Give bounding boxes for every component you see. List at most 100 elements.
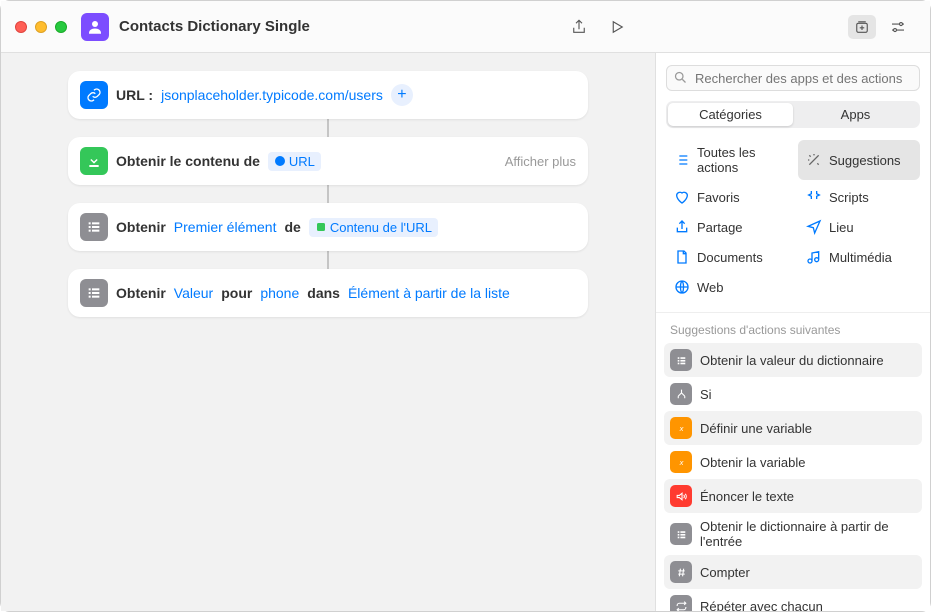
category-media[interactable]: Multimédia — [798, 244, 920, 270]
web-icon — [674, 279, 690, 295]
scripts-icon — [806, 189, 822, 205]
suggestion-label: Énoncer le texte — [700, 489, 794, 504]
categories-grid: Toutes les actions Suggestions Favoris S… — [656, 140, 930, 313]
list-icon — [670, 523, 692, 545]
category-location[interactable]: Lieu — [798, 214, 920, 240]
category-scripts[interactable]: Scripts — [798, 184, 920, 210]
tab-categories[interactable]: Catégories — [668, 103, 793, 126]
repeat-icon — [670, 595, 692, 611]
workflow-canvas[interactable]: URL : jsonplaceholder.typicode.com/users… — [1, 53, 655, 611]
category-label: Partage — [697, 220, 743, 235]
get-value-w1: Obtenir — [116, 285, 166, 301]
get-value-w3: dans — [307, 285, 340, 301]
var-icon: x — [670, 451, 692, 473]
action-get-item[interactable]: Obtenir Premier élément de Contenu de l'… — [68, 203, 588, 251]
list-icon — [674, 152, 690, 168]
get-item-param[interactable]: Premier élément — [174, 219, 277, 235]
category-label: Multimédia — [829, 250, 892, 265]
connector — [327, 185, 329, 203]
list-item-token[interactable]: Élément à partir de la liste — [348, 285, 510, 301]
svg-text:x: x — [678, 424, 684, 433]
suggestion-label: Compter — [700, 565, 750, 580]
toolbar-buttons — [569, 17, 627, 37]
get-item-w2: de — [284, 219, 300, 235]
category-favorites[interactable]: Favoris — [666, 184, 788, 210]
category-label: Scripts — [829, 190, 869, 205]
titlebar: Contacts Dictionary Single — [1, 1, 930, 53]
library-button[interactable] — [848, 15, 876, 39]
fullscreen-window-button[interactable] — [55, 21, 67, 33]
url-label: URL : — [116, 87, 153, 103]
suggestion-item[interactable]: Énoncer le texte — [664, 479, 922, 513]
suggestion-item[interactable]: Si — [664, 377, 922, 411]
suggestion-item[interactable]: x Obtenir la variable — [664, 445, 922, 479]
location-icon — [806, 219, 822, 235]
svg-text:x: x — [678, 458, 684, 467]
traffic-lights — [15, 21, 67, 33]
category-label: Web — [697, 280, 724, 295]
speak-icon — [670, 485, 692, 507]
shortcut-app-icon — [81, 13, 109, 41]
suggestion-label: Obtenir la valeur du dictionnaire — [700, 353, 884, 368]
suggestions-list: Obtenir la valeur du dictionnaire Si x Défi… — [656, 343, 930, 611]
share-button[interactable] — [569, 17, 589, 37]
add-url-button[interactable]: + — [391, 84, 413, 106]
close-window-button[interactable] — [15, 21, 27, 33]
suggestion-item[interactable]: Compter — [664, 555, 922, 589]
document-icon — [674, 249, 690, 265]
suggestion-item[interactable]: Obtenir le dictionnaire à partir de l'en… — [664, 513, 922, 555]
category-sharing[interactable]: Partage — [666, 214, 788, 240]
share-icon — [674, 219, 690, 235]
suggestion-label: Obtenir le dictionnaire à partir de l'en… — [700, 519, 916, 549]
action-get-contents[interactable]: Obtenir le contenu de URL Afficher plus — [68, 137, 588, 185]
url-contents-token[interactable]: Contenu de l'URL — [309, 218, 438, 237]
get-value-p1[interactable]: Valeur — [174, 285, 213, 301]
search-input[interactable] — [666, 65, 920, 91]
search-icon — [673, 70, 688, 85]
list-icon — [670, 349, 692, 371]
category-documents[interactable]: Documents — [666, 244, 788, 270]
category-label: Toutes les actions — [697, 145, 780, 175]
suggestion-item[interactable]: x Définir une variable — [664, 411, 922, 445]
url-value[interactable]: jsonplaceholder.typicode.com/users — [161, 87, 383, 103]
heart-icon — [674, 189, 690, 205]
download-icon — [80, 147, 108, 175]
wand-icon — [806, 152, 822, 168]
category-suggestions[interactable]: Suggestions — [798, 140, 920, 180]
var-icon: x — [670, 417, 692, 439]
connector — [327, 251, 329, 269]
suggestion-label: Obtenir la variable — [700, 455, 806, 470]
category-label: Documents — [697, 250, 763, 265]
get-value-p2[interactable]: phone — [260, 285, 299, 301]
window-title: Contacts Dictionary Single — [119, 18, 569, 35]
action-url[interactable]: URL : jsonplaceholder.typicode.com/users… — [68, 71, 588, 119]
hash-icon — [670, 561, 692, 583]
list-icon — [80, 279, 108, 307]
sidebar: Catégories Apps Toutes les actions Sugge… — [655, 53, 930, 611]
category-label: Suggestions — [829, 153, 901, 168]
suggestions-header: Suggestions d'actions suivantes — [656, 313, 930, 343]
category-all-actions[interactable]: Toutes les actions — [666, 140, 788, 180]
suggestion-item[interactable]: Répéter avec chacun — [664, 589, 922, 611]
connector — [327, 119, 329, 137]
suggestion-label: Définir une variable — [700, 421, 812, 436]
main: URL : jsonplaceholder.typicode.com/users… — [1, 53, 930, 611]
action-get-value[interactable]: Obtenir Valeur pour phone dans Élément à… — [68, 269, 588, 317]
media-icon — [806, 249, 822, 265]
run-button[interactable] — [607, 17, 627, 37]
category-label: Lieu — [829, 220, 854, 235]
get-item-w1: Obtenir — [116, 219, 166, 235]
settings-button[interactable] — [884, 15, 912, 39]
segmented-control: Catégories Apps — [666, 101, 920, 128]
get-value-w2: pour — [221, 285, 252, 301]
list-icon — [80, 213, 108, 241]
suggestion-item[interactable]: Obtenir la valeur du dictionnaire — [664, 343, 922, 377]
suggestion-label: Si — [700, 387, 712, 402]
category-web[interactable]: Web — [666, 274, 788, 300]
minimize-window-button[interactable] — [35, 21, 47, 33]
tab-apps[interactable]: Apps — [793, 103, 918, 126]
suggestion-label: Répéter avec chacun — [700, 599, 823, 612]
show-more-button[interactable]: Afficher plus — [505, 154, 576, 169]
url-token[interactable]: URL — [268, 152, 321, 171]
category-label: Favoris — [697, 190, 740, 205]
